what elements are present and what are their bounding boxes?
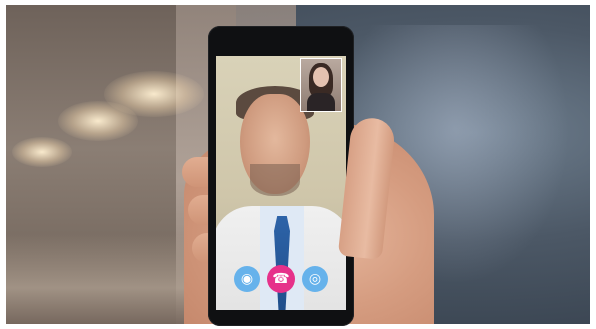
camera-toggle-button[interactable]: ◉ bbox=[234, 266, 260, 292]
end-call-icon: ☎ bbox=[272, 271, 290, 287]
video-call-screen: ◉ ☎ ◎ bbox=[216, 56, 346, 310]
mute-button[interactable]: ◎ bbox=[302, 266, 328, 292]
self-view-thumbnail[interactable] bbox=[300, 58, 342, 112]
doctor-beard bbox=[250, 164, 300, 196]
pendant-lamp bbox=[12, 137, 72, 167]
microphone-icon: ◎ bbox=[308, 271, 322, 287]
pendant-lamp bbox=[58, 101, 138, 141]
smartphone: ◉ ☎ ◎ bbox=[208, 26, 354, 326]
woman-body bbox=[307, 93, 335, 111]
end-call-button[interactable]: ☎ bbox=[267, 265, 295, 293]
camera-icon: ◉ bbox=[240, 271, 254, 287]
woman-face bbox=[313, 67, 329, 87]
